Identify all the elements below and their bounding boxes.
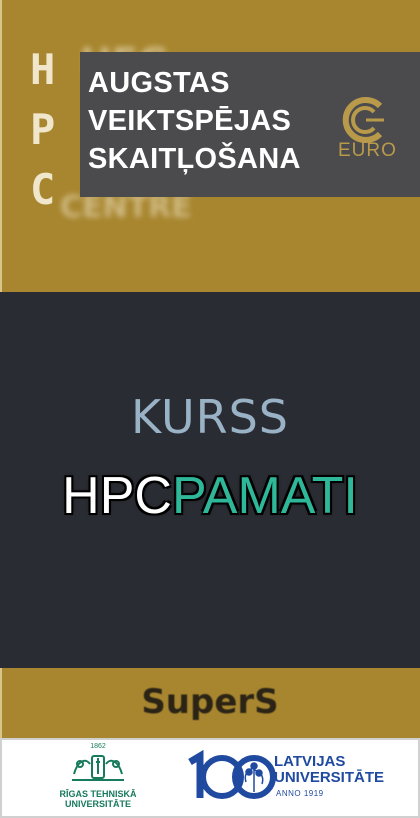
course-banner: H P C HEG CENTRE AUGSTAS VEIKTSPĒJAS SKA… [0, 0, 420, 818]
euro-label: EURO [338, 140, 397, 161]
course-name-hpc: HPC [62, 467, 172, 525]
rtu-name-line: UNIVERSITĀTE [64, 799, 131, 809]
title-line: VEIKTSPĒJAS [88, 105, 292, 137]
title-line: SKAITĻOŠANA [88, 143, 301, 175]
banner-title: AUGSTAS VEIKTSPĒJAS SKAITĻOŠANA [88, 64, 301, 178]
supers-logo-text: SuperS [141, 682, 279, 722]
rtu-name: RĪGAS TEHNISKĀ UNIVERSITĀTE [50, 789, 146, 809]
lu-anno: ANNO 1919 [276, 789, 324, 798]
lu-name-line: LATVIJAS [274, 753, 346, 770]
hpc-vertical-letters: H P C [30, 40, 55, 220]
letter-p: P [30, 105, 56, 154]
lu-name-line: UNIVERSITĀTE [274, 769, 385, 786]
title-line: AUGSTAS [88, 67, 230, 99]
lu-100-icon [188, 749, 276, 799]
course-name: HPCPAMATI [0, 466, 420, 526]
course-name-pamati: PAMATI [171, 467, 358, 525]
letter-c: C [30, 165, 56, 214]
letter-h: H [30, 45, 56, 94]
lu-name: LATVIJAS UNIVERSITĀTE [274, 754, 384, 786]
rtu-year: 1862 [90, 743, 106, 750]
rtu-name-line: RĪGAS TEHNISKĀ [59, 789, 137, 799]
rtu-crest-icon [72, 755, 124, 781]
kurss-label: KURSS [131, 390, 289, 444]
